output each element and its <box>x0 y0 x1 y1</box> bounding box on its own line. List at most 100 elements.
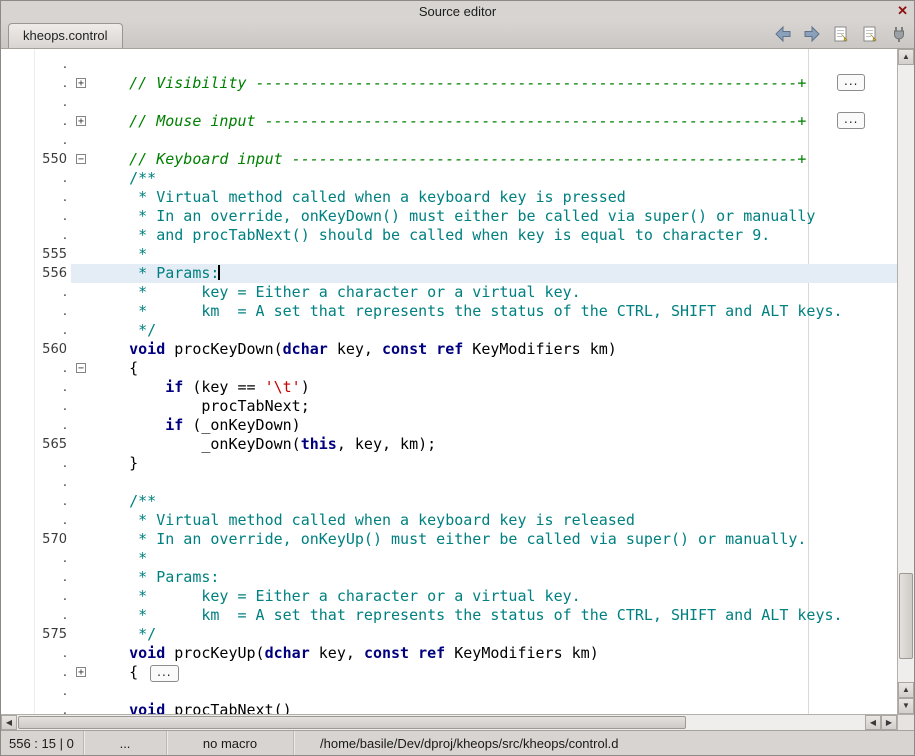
vertical-scrollbar[interactable]: ▲ ▲ ▼ <box>897 49 914 714</box>
line-number[interactable]: . <box>1 473 71 492</box>
line-number[interactable]: . <box>1 378 71 397</box>
line-number[interactable]: . <box>1 188 71 207</box>
code-line[interactable]: . void procTabNext() <box>1 701 897 714</box>
code-text[interactable]: * In an override, onKeyUp() must either … <box>93 530 897 549</box>
code-line[interactable]: . * km = A set that represents the statu… <box>1 606 897 625</box>
line-number[interactable]: . <box>1 55 71 74</box>
line-number[interactable]: . <box>1 663 71 682</box>
code-text[interactable]: */ <box>93 321 897 340</box>
code-text[interactable]: void procTabNext() <box>93 701 897 714</box>
line-number[interactable]: 565 <box>1 435 71 454</box>
fold-expand-icon[interactable]: + <box>76 116 86 126</box>
line-number[interactable]: . <box>1 93 71 112</box>
line-number[interactable]: . <box>1 131 71 150</box>
code-line[interactable]: . <box>1 55 897 74</box>
line-number[interactable]: . <box>1 112 71 131</box>
code-line[interactable]: . */ <box>1 321 897 340</box>
line-number[interactable]: . <box>1 397 71 416</box>
code-line[interactable]: .+ // Visibility -----------------------… <box>1 74 897 93</box>
code-text[interactable]: if (_onKeyDown) <box>93 416 897 435</box>
code-line[interactable]: 570 * In an override, onKeyUp() must eit… <box>1 530 897 549</box>
line-number[interactable]: . <box>1 321 71 340</box>
line-number[interactable]: . <box>1 454 71 473</box>
code-text[interactable] <box>93 131 897 150</box>
detach-button[interactable] <box>888 24 910 46</box>
code-text[interactable] <box>93 93 897 112</box>
nav-forward-button[interactable] <box>801 24 823 46</box>
code-text[interactable]: * Virtual method called when a keyboard … <box>93 188 897 207</box>
line-number[interactable]: . <box>1 587 71 606</box>
line-number[interactable]: . <box>1 207 71 226</box>
code-line[interactable]: . + {... <box>1 663 897 682</box>
fold-expand-icon[interactable]: + <box>76 667 86 677</box>
code-line[interactable]: . if (_onKeyDown) <box>1 416 897 435</box>
line-number[interactable]: . <box>1 701 71 714</box>
code-text[interactable]: /** <box>93 169 897 188</box>
code-line[interactable]: . * Virtual method called when a keyboar… <box>1 511 897 530</box>
line-number[interactable]: . <box>1 226 71 245</box>
code-line[interactable]: . * km = A set that represents the statu… <box>1 302 897 321</box>
vertical-scroll-thumb[interactable] <box>899 573 913 659</box>
code-line[interactable]: . /** <box>1 492 897 511</box>
code-text[interactable]: * key = Either a character or a virtual … <box>93 283 897 302</box>
code-line[interactable]: . <box>1 131 897 150</box>
code-text[interactable]: { <box>93 359 897 378</box>
line-number[interactable]: 575 <box>1 625 71 644</box>
line-number[interactable]: . <box>1 359 71 378</box>
code-text[interactable]: * <box>93 245 897 264</box>
line-number[interactable]: . <box>1 511 71 530</box>
code-line[interactable]: . <box>1 473 897 492</box>
scroll-left-button-2[interactable]: ◀ <box>865 715 881 730</box>
code-text[interactable] <box>93 682 897 701</box>
scroll-right-button[interactable]: ▶ <box>881 715 897 730</box>
code-text[interactable]: void procKeyUp(dchar key, const ref KeyM… <box>93 644 897 663</box>
nav-back-button[interactable] <box>772 24 794 46</box>
code-line[interactable]: . void procKeyUp(dchar key, const ref Ke… <box>1 644 897 663</box>
code-line[interactable]: 565 _onKeyDown(this, key, km); <box>1 435 897 454</box>
line-number[interactable]: . <box>1 492 71 511</box>
code-text[interactable]: * Params: <box>93 264 897 283</box>
code-text[interactable]: } <box>93 454 897 473</box>
code-text[interactable]: * <box>93 549 897 568</box>
code-line[interactable]: . } <box>1 454 897 473</box>
code-text[interactable]: // Visibility --------------------------… <box>93 74 897 93</box>
document-edit-button[interactable] <box>830 24 852 46</box>
line-number[interactable]: . <box>1 682 71 701</box>
close-icon[interactable]: ✕ <box>897 2 908 20</box>
code-line[interactable]: 575 */ <box>1 625 897 644</box>
code-text[interactable]: * Params: <box>93 568 897 587</box>
horizontal-scroll-thumb[interactable] <box>18 716 686 729</box>
code-line[interactable]: 550− // Keyboard input -----------------… <box>1 150 897 169</box>
code-line[interactable]: . * key = Either a character or a virtua… <box>1 283 897 302</box>
code-text[interactable]: * key = Either a character or a virtual … <box>93 587 897 606</box>
fold-collapse-icon[interactable]: − <box>76 363 86 373</box>
code-line[interactable]: . /** <box>1 169 897 188</box>
code-line[interactable]: . <box>1 682 897 701</box>
code-text[interactable]: /** <box>93 492 897 511</box>
code-text[interactable]: */ <box>93 625 897 644</box>
line-number[interactable]: . <box>1 644 71 663</box>
collapsed-fold-ellipsis[interactable]: ... <box>837 112 865 129</box>
code-text[interactable]: {... <box>93 663 897 682</box>
fold-collapse-icon[interactable]: − <box>76 154 86 164</box>
line-number[interactable]: 570 <box>1 530 71 549</box>
code-line[interactable]: .+ // Mouse input ----------------------… <box>1 112 897 131</box>
tab-kheops-control[interactable]: kheops.control <box>8 23 123 48</box>
code-line[interactable]: 560 void procKeyDown(dchar key, const re… <box>1 340 897 359</box>
code-text[interactable]: if (key == '\t') <box>93 378 897 397</box>
code-text[interactable]: procTabNext; <box>93 397 897 416</box>
horizontal-scroll-track[interactable] <box>17 715 865 730</box>
code-text[interactable] <box>93 55 897 74</box>
scroll-up-button-2[interactable]: ▲ <box>898 682 914 698</box>
line-number[interactable]: 556 <box>1 264 71 283</box>
line-number[interactable]: . <box>1 606 71 625</box>
code-line[interactable]: . procTabNext; <box>1 397 897 416</box>
scroll-left-button[interactable]: ◀ <box>1 715 17 730</box>
code-line[interactable]: .− { <box>1 359 897 378</box>
code-text[interactable]: * and procTabNext() should be called whe… <box>93 226 897 245</box>
fold-expand-icon[interactable]: + <box>76 78 86 88</box>
code-line[interactable]: . * key = Either a character or a virtua… <box>1 587 897 606</box>
line-number[interactable]: . <box>1 416 71 435</box>
code-line[interactable]: . <box>1 93 897 112</box>
code-text[interactable]: _onKeyDown(this, key, km); <box>93 435 897 454</box>
